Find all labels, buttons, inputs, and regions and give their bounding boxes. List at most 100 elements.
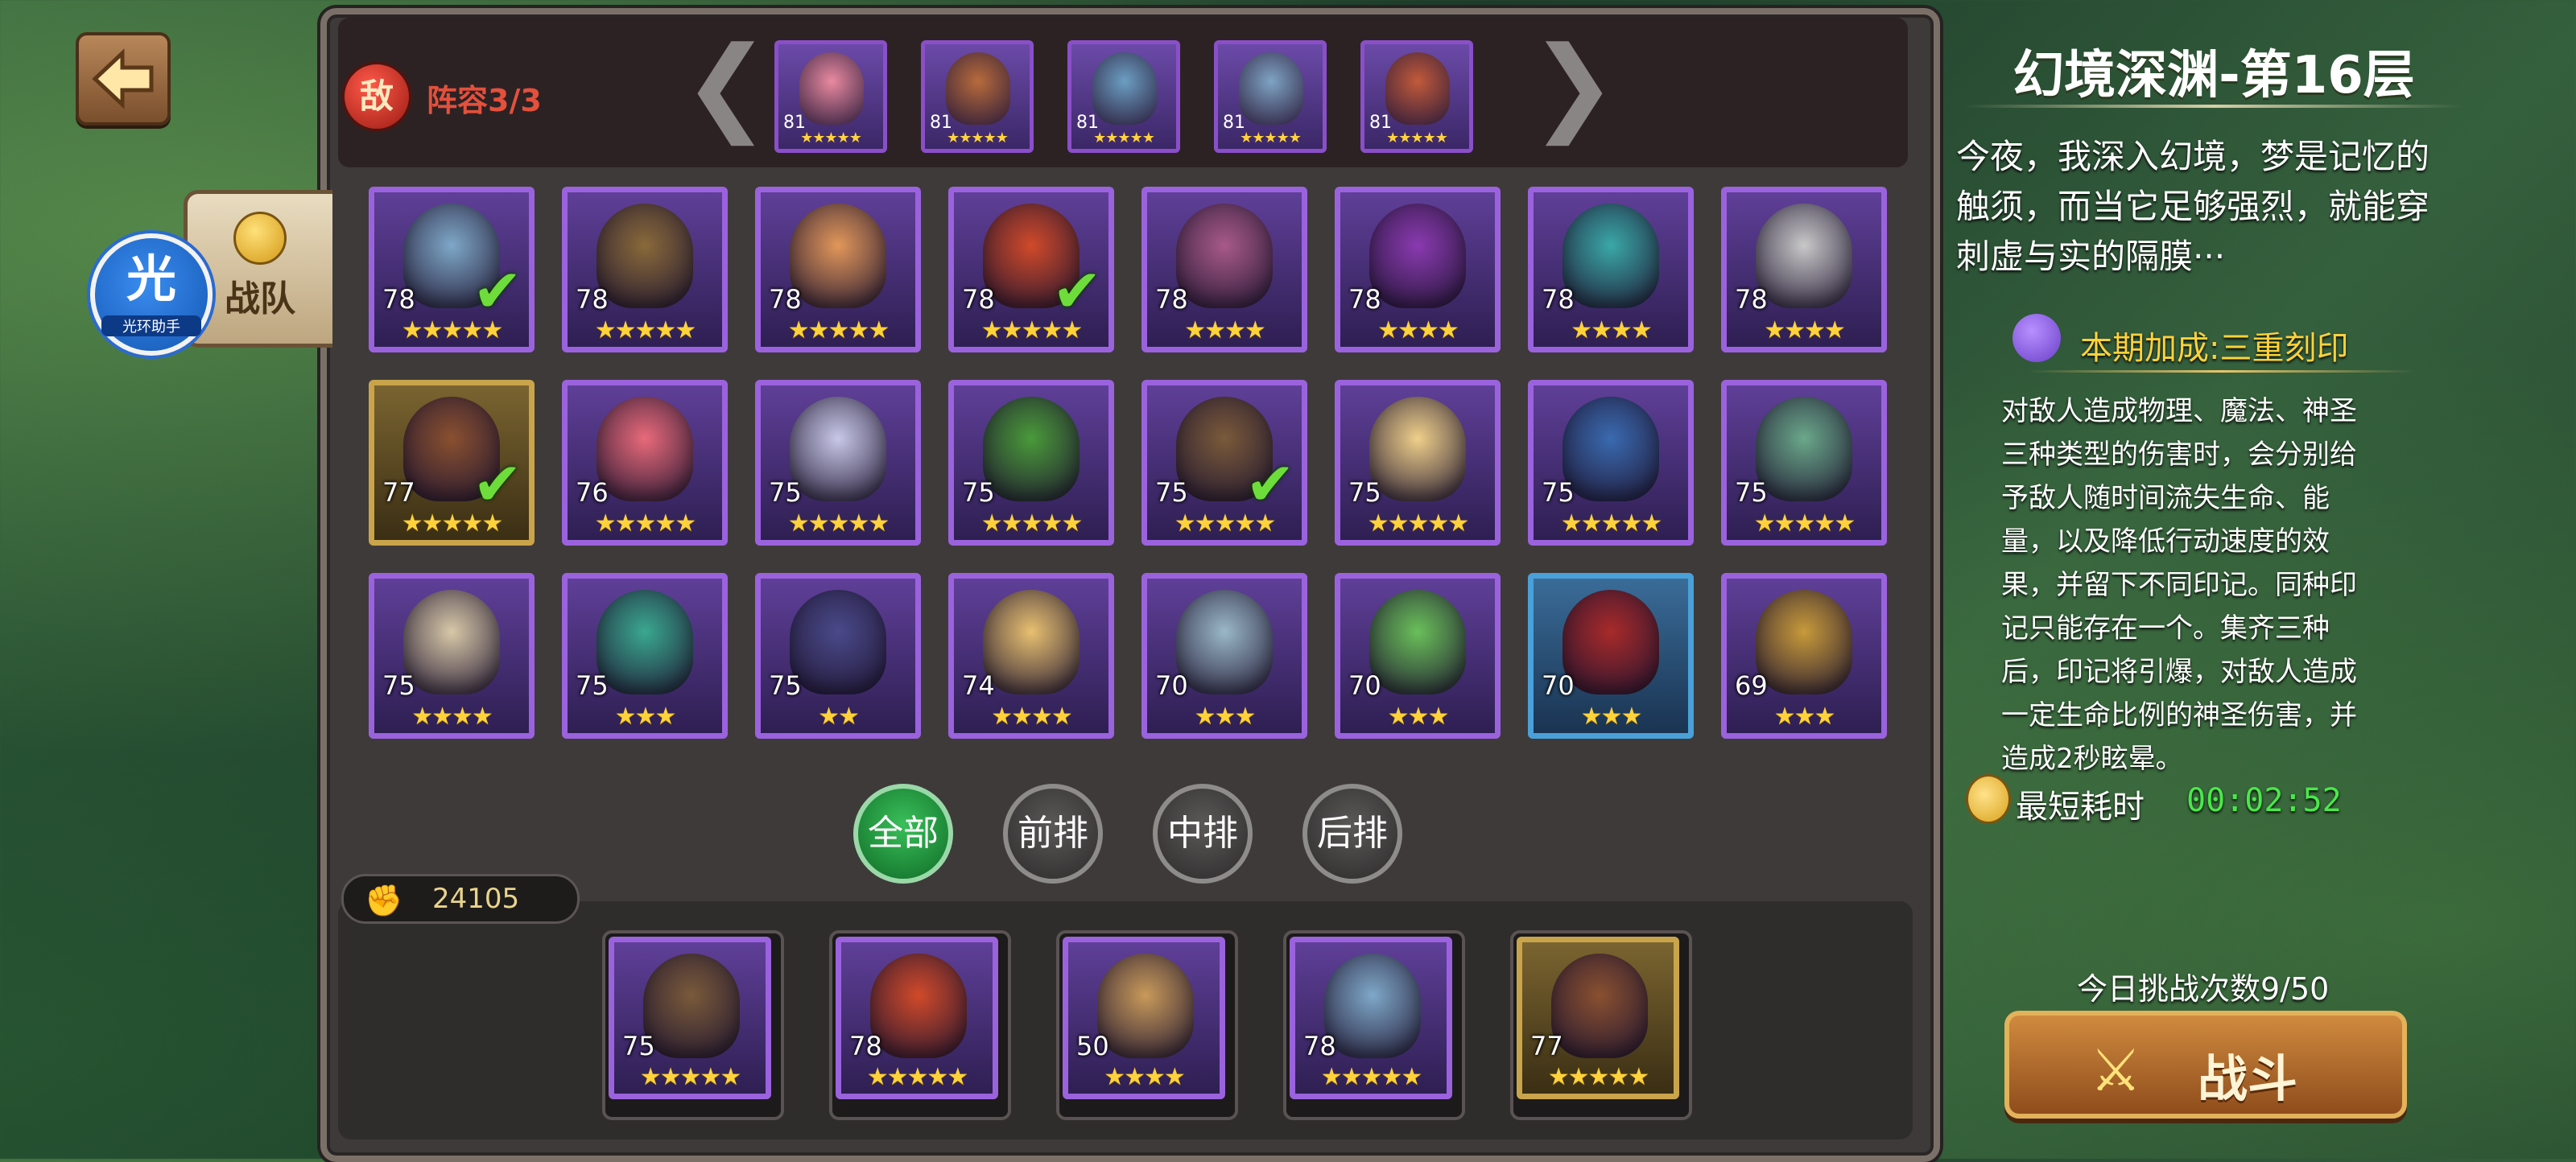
hero-portrait-art (983, 590, 1080, 694)
bonus-label: 本期加成:三重刻印 (2080, 330, 2349, 367)
star-rating: ★★★★★ (800, 130, 862, 146)
star-rating: ★★★ (1194, 703, 1257, 731)
lineup-slot[interactable]: 77 ★★★★★ (1510, 930, 1692, 1120)
enemy-portrait: 81 ★★★★★ (774, 40, 887, 153)
lineup-hero[interactable]: 77 ★★★★★ (1517, 937, 1679, 1099)
hero-card[interactable]: 75 ★★★★★ (948, 380, 1114, 546)
prev-lineup-arrow[interactable]: ❮ (683, 32, 770, 137)
lineup-slot[interactable]: 75 ★★★★★ (602, 930, 784, 1120)
enemy-portrait: 81 ★★★★★ (921, 40, 1034, 153)
hero-level: 78 (962, 284, 995, 315)
hero-portrait-art (1563, 204, 1659, 308)
hero-card[interactable]: 70 ★★★ (1528, 573, 1694, 739)
hero-level: 69 (1735, 670, 1768, 701)
hero-card[interactable]: 77 ★★★★★ ✔ (369, 380, 535, 546)
hero-card[interactable]: 78 ★★★★★ (562, 187, 728, 352)
star-rating: ★★★★★ (1367, 509, 1469, 538)
star-rating: ★★★ (1773, 703, 1836, 731)
hero-level: 75 (622, 1031, 655, 1061)
hero-portrait-art (597, 590, 693, 694)
lineup-slot[interactable]: 78 ★★★★★ (1283, 930, 1465, 1120)
hero-card[interactable]: 78 ★★★★★ (755, 187, 921, 352)
lineup-hero[interactable]: 75 ★★★★★ (609, 937, 771, 1099)
hero-card[interactable]: 70 ★★★ (1141, 573, 1307, 739)
filter-button[interactable]: 后排 (1302, 784, 1402, 884)
hero-level: 50 (1076, 1031, 1109, 1061)
filter-button[interactable]: 前排 (1003, 784, 1103, 884)
aura-helper-badge[interactable]: 光 光环助手 (90, 233, 213, 356)
hero-card[interactable]: 78 ★★★★ (1141, 187, 1307, 352)
hero-level: 78 (769, 284, 802, 315)
hero-level: 75 (769, 477, 802, 508)
hero-card[interactable]: 69 ★★★ (1721, 573, 1887, 739)
star-rating: ★★★★ (1571, 316, 1653, 344)
hero-portrait-art (1551, 954, 1648, 1058)
star-rating: ★★★★ (1377, 316, 1459, 344)
star-rating: ★★★★★ (787, 316, 890, 344)
hero-card[interactable]: 75 ★★★★★ ✔ (1141, 380, 1307, 546)
hero-card[interactable]: 70 ★★★ (1335, 573, 1501, 739)
checkmark-icon: ✔ (472, 257, 522, 326)
hero-card[interactable]: 75 ★★★★★ (1721, 380, 1887, 546)
star-rating: ★★★ (1387, 703, 1450, 731)
hero-portrait-art (1369, 204, 1466, 308)
hero-level: 75 (769, 670, 802, 701)
hero-card[interactable]: 78 ★★★★★ ✔ (948, 187, 1114, 352)
crossed-swords-icon: ⚔ (2090, 1036, 2142, 1104)
hero-card[interactable]: 75 ★★★ (562, 573, 728, 739)
lineup-hero[interactable]: 50 ★★★★ (1063, 937, 1225, 1099)
lineup-slot[interactable]: 78 ★★★★★ (829, 930, 1011, 1120)
hero-portrait-art (643, 954, 740, 1058)
hero-card[interactable]: 76 ★★★★★ (562, 380, 728, 546)
lineup-slot[interactable]: 50 ★★★★ (1056, 930, 1238, 1120)
hero-level: 70 (1348, 670, 1381, 701)
star-rating: ★★★★ (1764, 316, 1846, 344)
next-lineup-arrow[interactable]: ❯ (1530, 32, 1617, 137)
hero-card[interactable]: 78 ★★★★ (1528, 187, 1694, 352)
lineup-hero[interactable]: 78 ★★★★★ (1290, 937, 1452, 1099)
star-rating: ★★★★★ (1240, 130, 1302, 146)
hero-card[interactable]: 74 ★★★★ (948, 573, 1114, 739)
star-rating: ★★★★★ (594, 509, 696, 538)
hero-portrait-art (790, 590, 886, 694)
hero-level: 78 (1303, 1031, 1336, 1061)
star-rating: ★★★★★ (1386, 130, 1448, 146)
hero-card[interactable]: 75 ★★★★★ (1335, 380, 1501, 546)
enemy-portrait: 81 ★★★★★ (1360, 40, 1473, 153)
star-rating: ★★★★★ (639, 1063, 741, 1091)
hero-level: 74 (962, 670, 995, 701)
hero-card[interactable]: 75 ★★★★★ (755, 380, 921, 546)
hero-card[interactable]: 78 ★★★★★ ✔ (369, 187, 535, 352)
hero-portrait-art (1563, 397, 1659, 501)
filter-button[interactable]: 中排 (1153, 784, 1253, 884)
hero-portrait-art (597, 204, 693, 308)
hero-card[interactable]: 75 ★★★★ (369, 573, 535, 739)
arrow-left-icon (92, 48, 154, 109)
enemy-portrait: 81 ★★★★★ (1214, 40, 1327, 153)
hero-level: 77 (382, 477, 415, 508)
hero-level: 76 (576, 477, 609, 508)
hero-portrait-art (983, 397, 1080, 501)
hero-card[interactable]: 78 ★★★★ (1721, 187, 1887, 352)
star-rating: ★★★ (614, 703, 677, 731)
hero-level: 75 (1542, 477, 1575, 508)
hero-card[interactable]: 75 ★★ (755, 573, 921, 739)
hero-card[interactable]: 78 ★★★★ (1335, 187, 1501, 352)
enemy-portraits: 81 ★★★★★ 81 ★★★★★ 81 ★★★★★ 81 ★★★★★ 81 ★★★★★ (774, 40, 1473, 153)
hero-card[interactable]: 75 ★★★★★ (1528, 380, 1694, 546)
hero-level: 78 (1155, 284, 1188, 315)
stage-description: 今夜，我深入幻境，梦是记忆的触须，而当它足够强烈，就能穿刺虚与实的隔膜··· (1956, 137, 2430, 276)
enemy-lineup-label: 阵容3/3 (427, 83, 542, 118)
filter-button[interactable]: 全部 (853, 784, 953, 884)
hero-grid: 78 ★★★★★ ✔ 78 ★★★★★ 78 ★★★★★ 78 ★★★★★ ✔ 78 ★★★★ 78 ★★… (369, 187, 1887, 739)
hero-portrait-art (1324, 954, 1421, 1058)
aura-badge-label: 光环助手 (101, 315, 201, 336)
hero-portrait-art (1176, 590, 1273, 694)
back-button[interactable] (76, 32, 171, 126)
star-rating: ★★★★ (411, 703, 493, 731)
fight-button[interactable]: ⚔ 战斗 (2004, 1011, 2407, 1119)
lineup-hero[interactable]: 78 ★★★★★ (836, 937, 998, 1099)
hero-portrait-art (1369, 590, 1466, 694)
star-rating: ★★★★ (1184, 316, 1266, 344)
hero-portrait-art (1092, 52, 1157, 125)
